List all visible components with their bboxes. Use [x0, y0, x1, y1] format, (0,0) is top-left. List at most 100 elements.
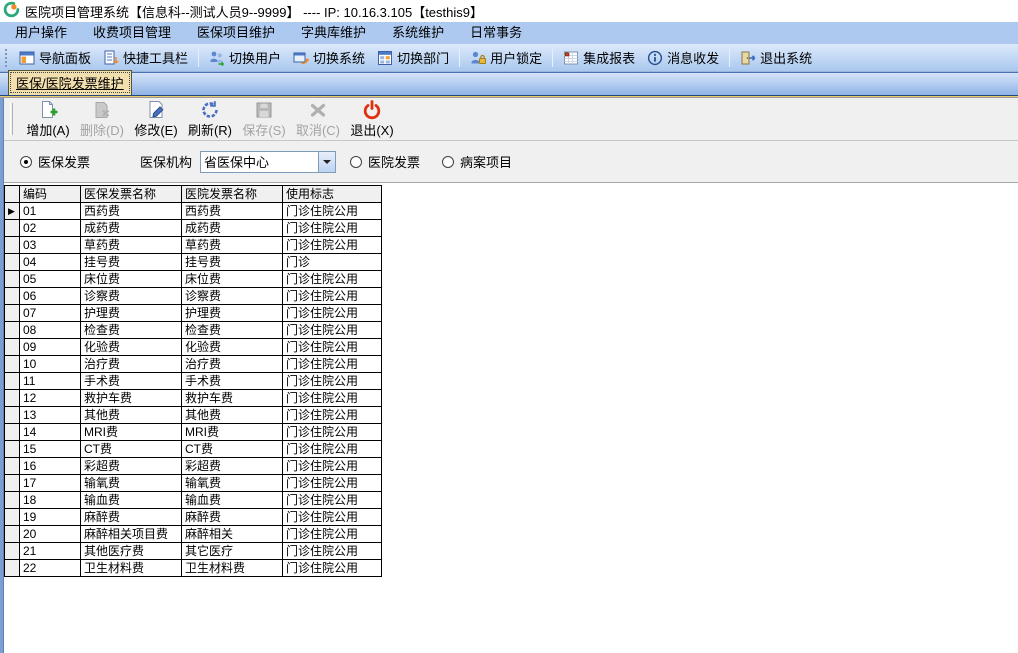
cell[interactable]: 门诊住院公用 — [282, 236, 382, 254]
cell[interactable]: 05 — [19, 270, 81, 288]
cell[interactable]: 护理费 — [80, 304, 182, 322]
row-indicator[interactable] — [4, 423, 20, 441]
toolbar-switch-dept[interactable]: 切换部门 — [371, 46, 455, 69]
cell[interactable]: 化验费 — [80, 338, 182, 356]
cell[interactable]: 门诊住院公用 — [282, 321, 382, 339]
row-indicator[interactable] — [4, 559, 20, 577]
refresh-button[interactable]: 刷新(R) — [183, 100, 237, 139]
radio-hospital-invoice-circle[interactable] — [350, 155, 363, 168]
row-indicator[interactable] — [4, 406, 20, 424]
cell[interactable]: 床位费 — [181, 270, 283, 288]
cell[interactable]: 治疗费 — [181, 355, 283, 373]
row-indicator[interactable] — [4, 304, 20, 322]
cell[interactable]: 护理费 — [181, 304, 283, 322]
cell[interactable]: 检查费 — [80, 321, 182, 339]
toolbar-report[interactable]: 集成报表 — [557, 46, 641, 69]
cell[interactable]: 门诊 — [282, 253, 382, 271]
power-button[interactable]: 退出(X) — [345, 99, 399, 139]
menu-item-1[interactable]: 收费项目管理 — [80, 22, 184, 44]
cell[interactable]: 诊察费 — [181, 287, 283, 305]
cell[interactable]: 门诊住院公用 — [282, 423, 382, 441]
cell[interactable]: CT费 — [181, 440, 283, 458]
cell[interactable]: CT费 — [80, 440, 182, 458]
cell[interactable]: 20 — [19, 525, 81, 543]
cell[interactable]: 09 — [19, 338, 81, 356]
cell[interactable]: 门诊住院公用 — [282, 287, 382, 305]
cell[interactable]: 草药费 — [80, 236, 182, 254]
cell[interactable]: 08 — [19, 321, 81, 339]
row-indicator[interactable] — [4, 389, 20, 407]
combo-dropdown-button[interactable] — [318, 151, 336, 172]
cell[interactable]: 12 — [19, 389, 81, 407]
cell[interactable]: 门诊住院公用 — [282, 440, 382, 458]
cell[interactable]: 19 — [19, 508, 81, 526]
cell[interactable]: 11 — [19, 372, 81, 390]
cell[interactable]: 救护车费 — [181, 389, 283, 407]
cell[interactable]: 门诊住院公用 — [282, 406, 382, 424]
toolbar-switch-user[interactable]: 切换用户 — [203, 46, 287, 69]
radio-medins-invoice[interactable]: 医保发票 — [20, 152, 90, 171]
cell[interactable]: 成药费 — [80, 219, 182, 237]
toolbar-switch-system[interactable]: 切换系统 — [287, 46, 371, 69]
row-indicator[interactable] — [4, 542, 20, 560]
cell[interactable]: MRI费 — [181, 423, 283, 441]
cell[interactable]: 01 — [19, 202, 81, 220]
cell[interactable]: 门诊住院公用 — [282, 304, 382, 322]
row-indicator[interactable] — [4, 372, 20, 390]
edit-button[interactable]: 修改(E) — [129, 100, 183, 139]
cell[interactable]: 彩超费 — [181, 457, 283, 475]
row-indicator[interactable] — [4, 457, 20, 475]
toolbar-exit-door[interactable]: 退出系统 — [734, 46, 818, 69]
row-indicator[interactable] — [4, 236, 20, 254]
cell[interactable]: 治疗费 — [80, 355, 182, 373]
cell[interactable]: 手术费 — [80, 372, 182, 390]
row-indicator[interactable] — [4, 270, 20, 288]
row-indicator[interactable] — [4, 525, 20, 543]
cell[interactable]: 门诊住院公用 — [282, 525, 382, 543]
cell[interactable]: 输血费 — [80, 491, 182, 509]
cell[interactable]: 18 — [19, 491, 81, 509]
row-indicator[interactable] — [4, 287, 20, 305]
cell[interactable]: 其他费 — [181, 406, 283, 424]
cell[interactable]: 挂号费 — [181, 253, 283, 271]
cell[interactable]: 输血费 — [181, 491, 283, 509]
cell[interactable]: 门诊住院公用 — [282, 355, 382, 373]
row-indicator[interactable] — [4, 440, 20, 458]
toolbar-message[interactable]: 消息收发 — [641, 46, 725, 69]
cell[interactable]: 床位费 — [80, 270, 182, 288]
cell[interactable]: 门诊住院公用 — [282, 491, 382, 509]
tab-invoice-maintenance[interactable]: 医保/医院发票维护 — [8, 70, 132, 95]
cell[interactable]: 门诊住院公用 — [282, 474, 382, 492]
toolbar-user-lock[interactable]: 用户锁定 — [464, 46, 548, 69]
cell[interactable]: 02 — [19, 219, 81, 237]
toolbar-quick-toolbar[interactable]: 快捷工具栏 — [97, 46, 194, 69]
cell[interactable]: 04 — [19, 253, 81, 271]
cell[interactable]: 输氧费 — [80, 474, 182, 492]
cell[interactable]: 检查费 — [181, 321, 283, 339]
cell[interactable]: 门诊住院公用 — [282, 389, 382, 407]
row-indicator[interactable] — [4, 321, 20, 339]
cell[interactable]: 门诊住院公用 — [282, 270, 382, 288]
cell[interactable]: 草药费 — [181, 236, 283, 254]
cell[interactable]: 17 — [19, 474, 81, 492]
cell[interactable]: 其他费 — [80, 406, 182, 424]
menu-item-3[interactable]: 字典库维护 — [288, 22, 379, 44]
cell[interactable]: 麻醉费 — [80, 508, 182, 526]
radio-medins-invoice-circle[interactable] — [20, 155, 32, 168]
cell[interactable]: 门诊住院公用 — [282, 202, 382, 220]
cell[interactable]: 门诊住院公用 — [282, 372, 382, 390]
row-indicator[interactable] — [4, 491, 20, 509]
row-indicator[interactable] — [4, 508, 20, 526]
cell[interactable]: 07 — [19, 304, 81, 322]
cell[interactable]: 麻醉相关 — [181, 525, 283, 543]
row-indicator[interactable] — [4, 474, 20, 492]
cell[interactable]: 门诊住院公用 — [282, 508, 382, 526]
cell[interactable]: 10 — [19, 355, 81, 373]
cell[interactable]: 输氧费 — [181, 474, 283, 492]
add-button[interactable]: 增加(A) — [21, 100, 75, 139]
cell[interactable]: 22 — [19, 559, 81, 577]
radio-hospital-invoice[interactable]: 医院发票 — [350, 152, 420, 171]
cell[interactable]: 03 — [19, 236, 81, 254]
cell[interactable]: 卫生材料费 — [80, 559, 182, 577]
cell[interactable]: 其它医疗 — [181, 542, 283, 560]
